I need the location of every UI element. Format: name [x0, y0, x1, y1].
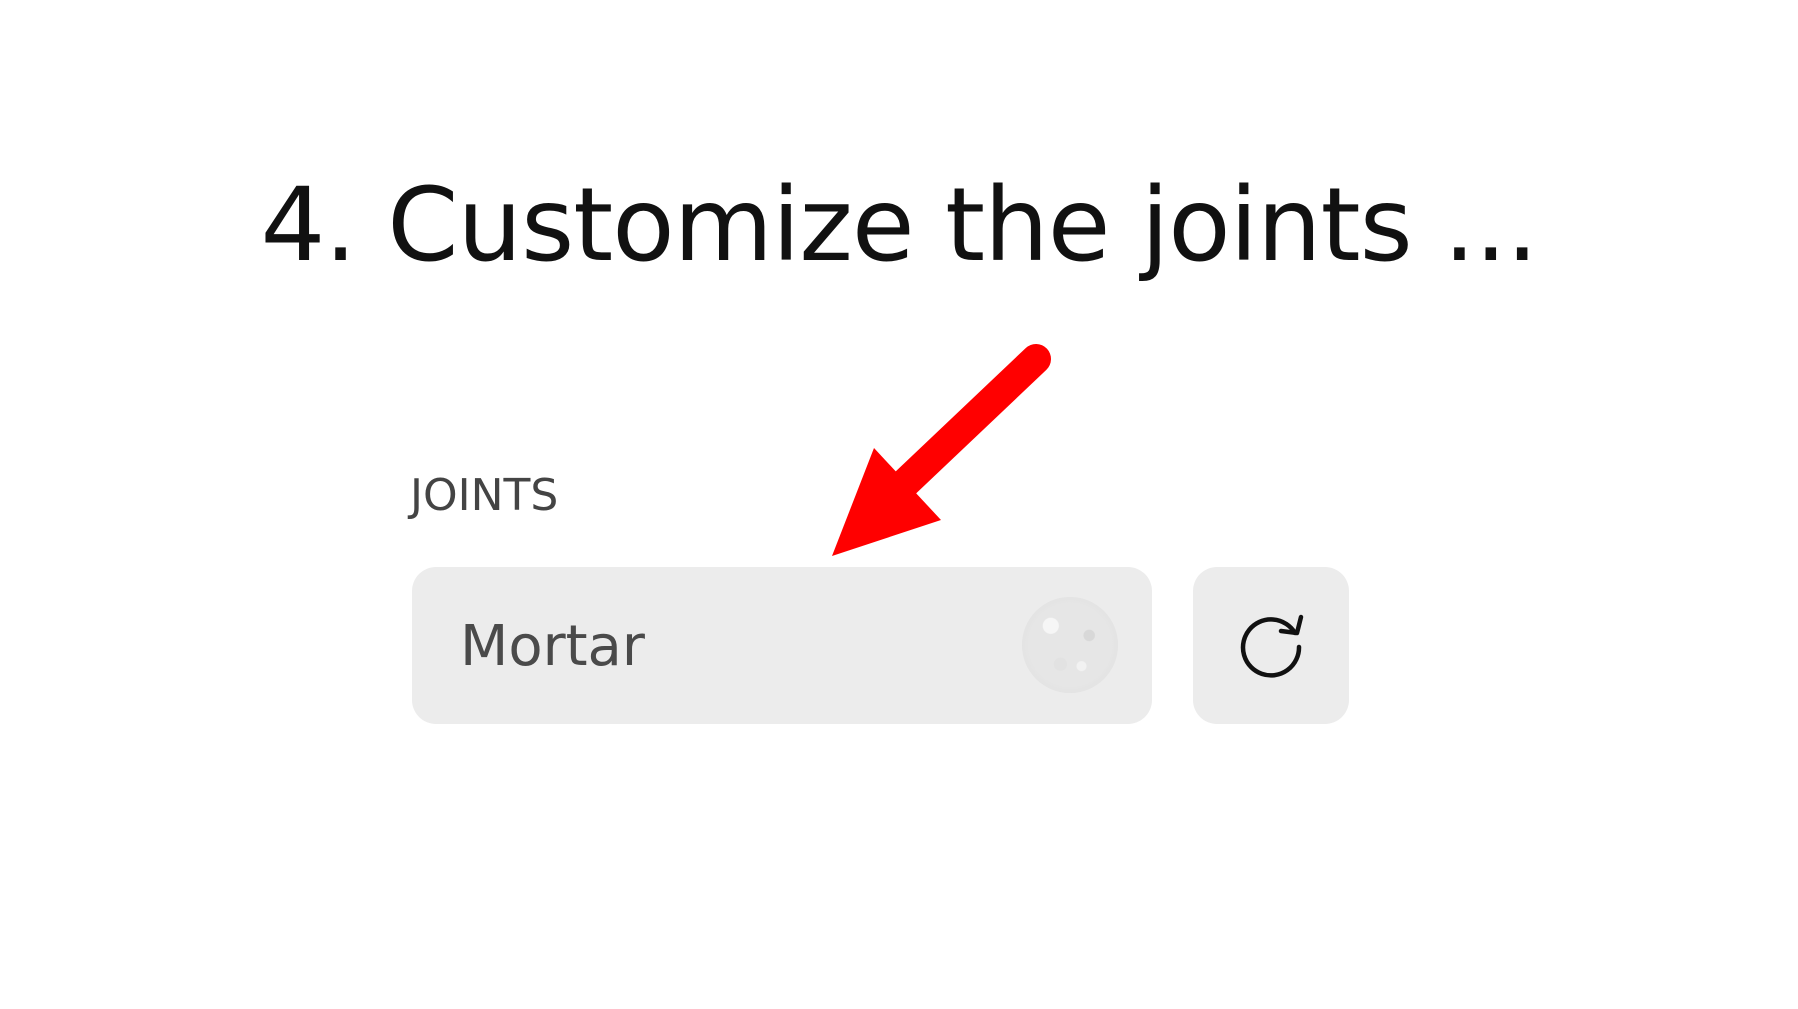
page-heading: 4. Customize the joints ... [260, 166, 1539, 285]
reset-joints-button[interactable] [1193, 567, 1349, 724]
refresh-icon [1240, 614, 1304, 678]
mortar-swatch-icon [1022, 597, 1118, 693]
joints-section-label: JOINTS [410, 470, 559, 521]
joints-material-select[interactable]: Mortar [412, 567, 1152, 724]
red-arrow-pointer-icon [832, 344, 1051, 556]
joints-selected-value: Mortar [460, 614, 645, 679]
